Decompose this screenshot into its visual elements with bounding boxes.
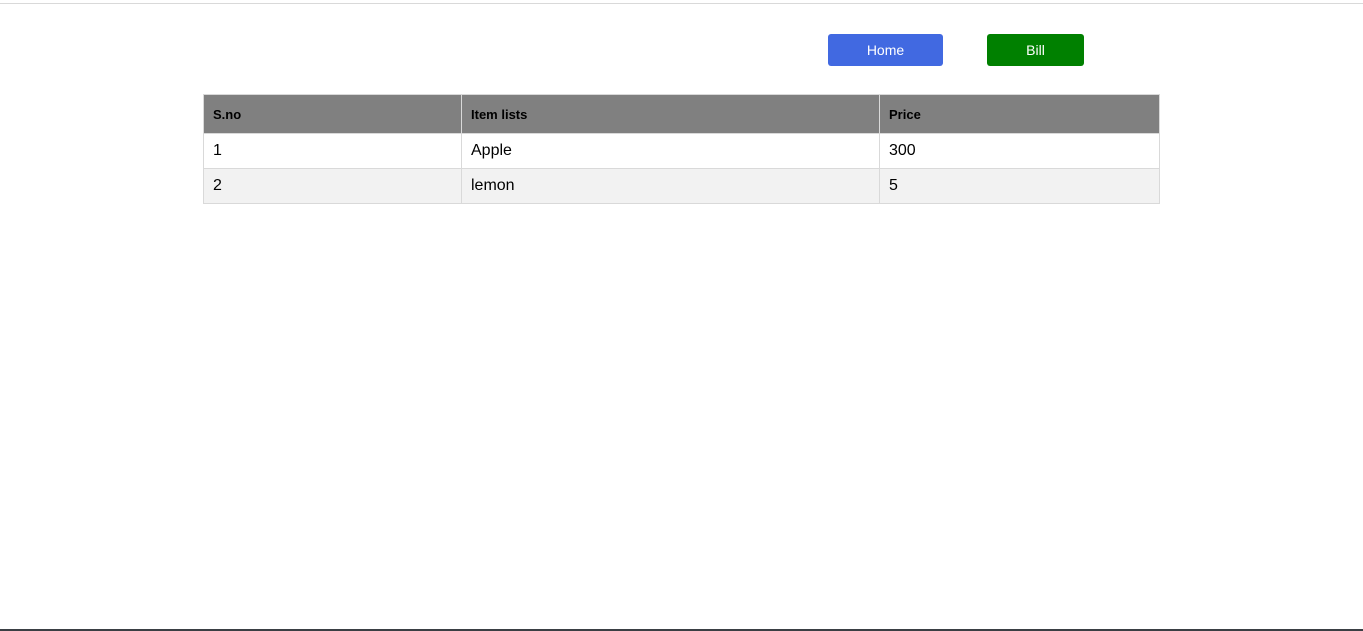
cell-item: lemon	[461, 168, 880, 204]
top-divider	[0, 3, 1363, 4]
table-row: 2 lemon 5	[203, 168, 1160, 204]
column-header-sno: S.no	[203, 94, 462, 134]
cell-sno: 1	[203, 133, 462, 169]
bill-button[interactable]: Bill	[987, 34, 1084, 66]
column-header-item-lists: Item lists	[461, 94, 880, 134]
home-button[interactable]: Home	[828, 34, 943, 66]
column-header-price: Price	[879, 94, 1160, 134]
table-row: 1 Apple 300	[203, 133, 1160, 169]
cell-item: Apple	[461, 133, 880, 169]
table-header-row: S.no Item lists Price	[203, 94, 1160, 134]
items-table: S.no Item lists Price 1 Apple 300 2 lemo…	[203, 94, 1160, 204]
cell-price: 300	[879, 133, 1160, 169]
cell-sno: 2	[203, 168, 462, 204]
cell-price: 5	[879, 168, 1160, 204]
